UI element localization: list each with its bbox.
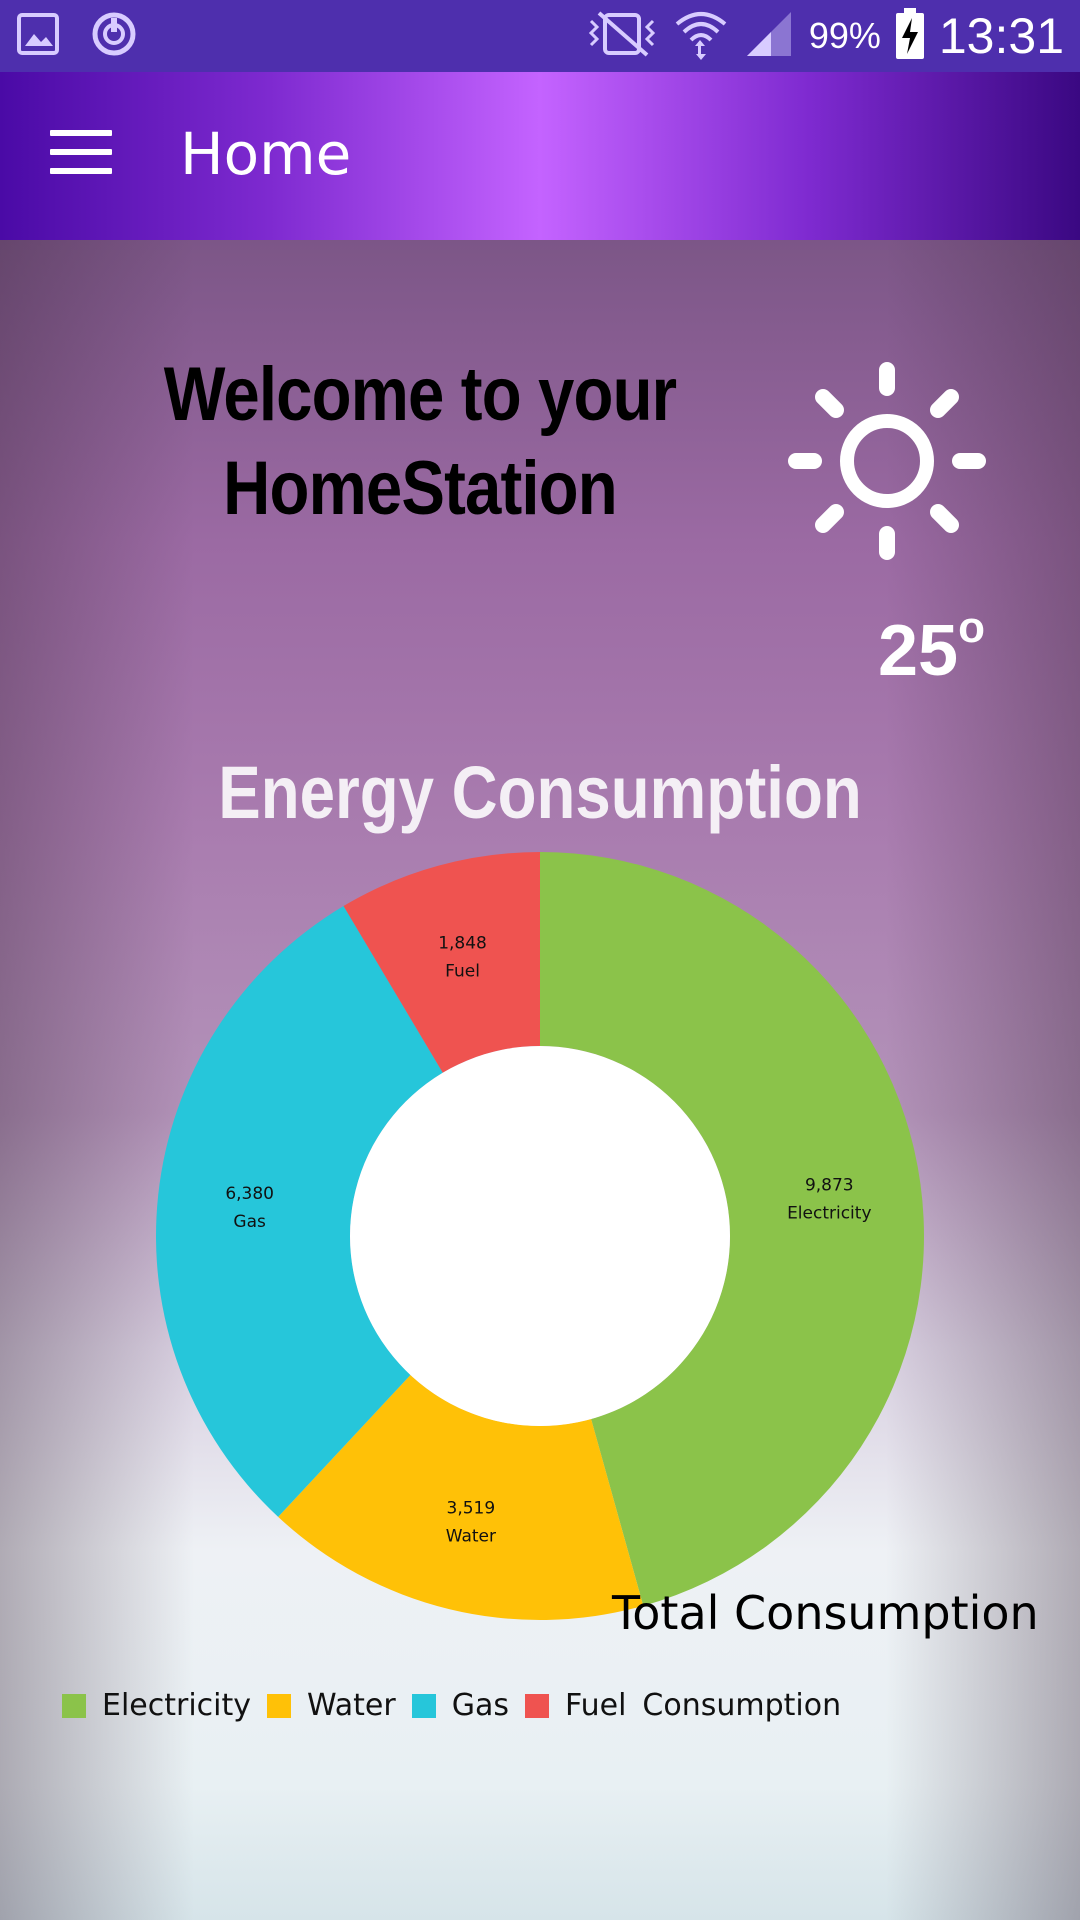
- app-bar: Home: [0, 72, 1080, 240]
- chart-legend: Electricity Water Gas Fuel Consumption: [62, 1688, 841, 1723]
- donut-hole: [350, 1046, 730, 1426]
- legend-title: Consumption: [642, 1688, 842, 1723]
- legend-label: Electricity: [102, 1688, 252, 1723]
- legend-swatch: [267, 1693, 292, 1718]
- signal-icon: [743, 8, 795, 64]
- hamburger-menu-icon[interactable]: [50, 130, 112, 182]
- welcome-line-2: HomeStation: [223, 446, 617, 531]
- battery-charging-icon: [895, 8, 925, 64]
- energy-donut-chart: 9,873 Electricity 3,519 Water 6,380 Gas 1,848 F…: [155, 852, 924, 1620]
- home-content: Welcome to your HomeStation 25o Energy C…: [0, 240, 1080, 1920]
- degree-symbol: o: [958, 603, 985, 652]
- data-label-value-fuel: 1,848: [438, 933, 487, 953]
- legend-label: Fuel: [564, 1688, 627, 1723]
- legend-label: Water: [307, 1688, 396, 1723]
- legend-swatch: [411, 1693, 436, 1718]
- wifi-icon: [673, 6, 729, 66]
- sync-icon: [90, 10, 138, 62]
- vibrate-icon: [585, 9, 659, 63]
- legend-item-gas[interactable]: Gas: [411, 1688, 509, 1723]
- gallery-icon: [16, 12, 60, 60]
- welcome-heading: Welcome to your HomeStation: [145, 348, 695, 536]
- legend-swatch: [524, 1693, 549, 1718]
- battery-percent: 99%: [808, 15, 881, 56]
- temperature-value: 25: [878, 611, 959, 691]
- data-label-name-fuel: Fuel: [445, 961, 480, 981]
- sun-icon: [784, 358, 990, 564]
- chart-center-label: Total Consumption: [612, 1586, 1039, 1640]
- data-label-value-electricity: 9,873: [805, 1175, 854, 1195]
- data-label-name-gas: Gas: [233, 1212, 266, 1232]
- status-bar: 99% 13:31: [0, 0, 1080, 72]
- welcome-line-1: Welcome to your: [163, 352, 677, 437]
- legend-item-electricity[interactable]: Electricity: [62, 1688, 251, 1723]
- legend-label: Gas: [451, 1688, 509, 1723]
- chart-title: Energy Consumption: [218, 751, 862, 834]
- status-right-icons: 99% 13:31: [585, 0, 1064, 72]
- legend-swatch: [62, 1693, 86, 1718]
- data-label-name-electricity: Electricity: [787, 1203, 871, 1223]
- legend-item-water[interactable]: Water: [267, 1688, 396, 1723]
- status-left-icons: [16, 10, 138, 62]
- data-label-value-gas: 6,380: [225, 1184, 274, 1204]
- legend-item-fuel[interactable]: Fuel: [524, 1688, 627, 1723]
- data-label-name-water: Water: [446, 1527, 496, 1547]
- clock: 13:31: [938, 8, 1064, 64]
- data-label-value-water: 3,519: [447, 1499, 496, 1519]
- temperature: 25o: [878, 603, 985, 692]
- page-title: Home: [180, 120, 352, 188]
